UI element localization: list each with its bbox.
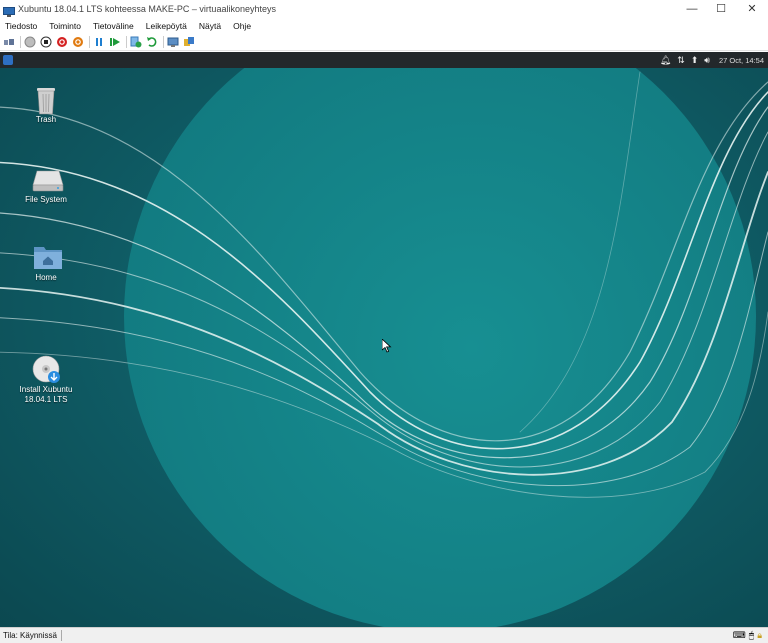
window-title-bar: Xubuntu 18.04.1 LTS kohteessa MAKE-PC – … bbox=[0, 0, 768, 17]
desktop-icon-home[interactable]: Home bbox=[11, 243, 81, 283]
status-bar: Tila: Käynnissä ⌨︎ 🖱︎ 🔒︎ bbox=[0, 627, 768, 643]
pause-icon[interactable] bbox=[93, 36, 105, 48]
home-folder-icon bbox=[32, 243, 62, 271]
panel-clock[interactable]: 27 Oct, 14:54 bbox=[719, 56, 764, 65]
desktop-icon-label: Home bbox=[35, 273, 57, 282]
system-tray: 🔔︎ ⇅ ⬆︎ 🔊︎ 27 Oct, 14:54 bbox=[654, 52, 764, 68]
turn-off-icon[interactable] bbox=[40, 36, 52, 48]
share-icon[interactable] bbox=[183, 36, 195, 48]
enhanced-session-icon[interactable] bbox=[167, 36, 179, 48]
keyboard-icon: ⌨︎ bbox=[732, 630, 746, 640]
checkpoint-icon[interactable] bbox=[130, 36, 142, 48]
start-icon[interactable] bbox=[24, 36, 36, 48]
status-text: Tila: Käynnissä bbox=[0, 630, 62, 641]
lock-icon: 🔒︎ bbox=[757, 630, 762, 640]
toolbar-separator bbox=[126, 36, 127, 48]
bell-icon[interactable]: 🔔︎ bbox=[660, 55, 671, 66]
desktop-icon-label: Install Xubuntu 18.04.1 LTS bbox=[19, 385, 73, 404]
vm-connection-icon bbox=[3, 4, 15, 17]
minimize-button[interactable]: — bbox=[676, 0, 708, 17]
network-icon[interactable]: ⇅ bbox=[677, 55, 685, 66]
menu-tiedosto[interactable]: Tiedosto bbox=[5, 21, 37, 31]
update-icon[interactable]: ⬆︎ bbox=[691, 55, 699, 66]
desktop-icon-install-xubuntu[interactable]: Install Xubuntu 18.04.1 LTS bbox=[11, 319, 81, 423]
menu-ohje[interactable]: Ohje bbox=[233, 21, 251, 31]
save-icon[interactable] bbox=[72, 36, 84, 48]
drive-icon bbox=[32, 165, 64, 193]
status-icons: ⌨︎ 🖱︎ 🔒︎ bbox=[730, 630, 762, 641]
menu-leikepoyta[interactable]: Leikepöytä bbox=[146, 21, 187, 31]
close-button[interactable]: ✕ bbox=[736, 0, 768, 17]
window-title: Xubuntu 18.04.1 LTS kohteessa MAKE-PC – … bbox=[18, 3, 276, 14]
menu-bar: Tiedosto Toiminto Tietoväline Leikepöytä… bbox=[0, 17, 768, 34]
mouse-cursor-icon bbox=[381, 338, 392, 358]
guest-display[interactable]: 🔔︎ ⇅ ⬆︎ 🔊︎ 27 Oct, 14:54 Trash File Syst… bbox=[0, 52, 768, 627]
desktop-icon-file-system[interactable]: File System bbox=[11, 165, 81, 205]
menu-toiminto[interactable]: Toiminto bbox=[49, 21, 81, 31]
ctrl-alt-del-icon[interactable] bbox=[3, 36, 15, 48]
menu-nayta[interactable]: Näytä bbox=[199, 21, 221, 31]
mouse-icon: 🖱︎ bbox=[748, 630, 755, 640]
desktop-icon-label: Trash bbox=[35, 115, 57, 124]
toolbar bbox=[0, 34, 768, 51]
xfce-top-panel: 🔔︎ ⇅ ⬆︎ 🔊︎ 27 Oct, 14:54 bbox=[0, 52, 768, 68]
trash-icon bbox=[32, 85, 60, 115]
menu-tietovaline[interactable]: Tietoväline bbox=[93, 21, 134, 31]
desktop-icon-label: File System bbox=[25, 195, 67, 204]
whisker-menu-icon[interactable] bbox=[3, 55, 13, 65]
toolbar-separator bbox=[89, 36, 90, 48]
resume-icon[interactable] bbox=[109, 36, 121, 48]
install-disc-icon bbox=[32, 337, 60, 383]
shut-down-icon[interactable] bbox=[56, 36, 68, 48]
volume-icon[interactable]: 🔊︎ bbox=[704, 55, 710, 66]
toolbar-separator bbox=[163, 36, 164, 48]
desktop-icon-trash[interactable]: Trash bbox=[11, 85, 81, 125]
toolbar-separator bbox=[20, 36, 21, 48]
revert-icon[interactable] bbox=[146, 36, 158, 48]
maximize-button[interactable]: ☐ bbox=[705, 0, 737, 17]
